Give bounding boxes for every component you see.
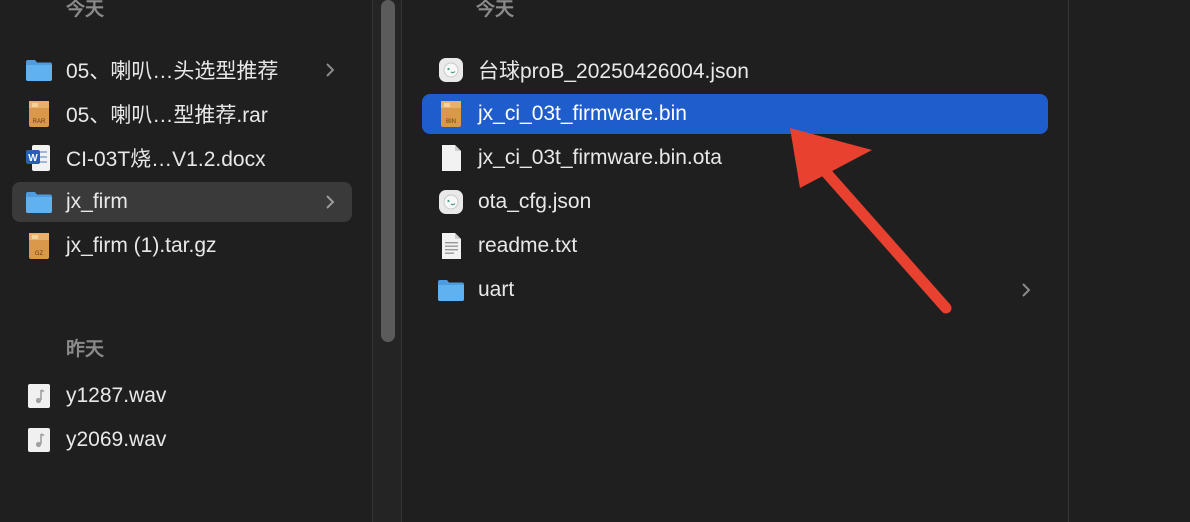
folder-icon [24,55,54,85]
list-item-ota-cfg[interactable]: ota_cfg.json [422,182,1048,222]
column-divider [1068,0,1069,522]
item-label: y2069.wav [66,428,167,451]
json-file-icon [436,55,466,85]
list-item-folder-jx-firm[interactable]: jx_firm [12,182,352,222]
finder-column-2: 今天 台球proB_20250426004.json BIN jx_ci_03t… [402,0,1068,522]
chevron-right-icon [326,63,335,77]
list-item-rar[interactable]: RAR 05、喇叭…型推荐.rar [12,94,352,134]
list-item-docx[interactable]: W CI-03T烧…V1.2.docx [12,138,352,178]
list-item-wav-2069[interactable]: y2069.wav [12,420,352,460]
finder-column-1: 今天 05、喇叭…头选型推荐 RAR 05、喇叭…型推荐.rar W CI-03… [0,0,372,522]
list-item-folder-speaker[interactable]: 05、喇叭…头选型推荐 [12,50,352,90]
item-label: 台球proB_20250426004.json [478,60,749,83]
item-label: ota_cfg.json [478,190,592,213]
chevron-right-icon [1022,283,1031,297]
section-header-yesterday: 昨天 [66,339,105,360]
audio-file-icon [24,381,54,411]
section-header-today: 今天 [476,0,515,20]
list-item-readme[interactable]: readme.txt [422,226,1048,266]
rar-archive-icon: RAR [24,99,54,129]
gz-archive-icon: GZ [24,231,54,261]
audio-file-icon [24,425,54,455]
blank-document-icon [436,143,466,173]
folder-icon [24,187,54,217]
item-label: CI-03T烧…V1.2.docx [66,148,266,171]
section-header-today: 今天 [66,0,105,20]
gz-badge-text: GZ [35,251,44,257]
folder-icon [436,275,466,305]
list-item-firmware-bin[interactable]: BIN jx_ci_03t_firmware.bin [422,94,1048,134]
item-label: 05、喇叭…型推荐.rar [66,104,268,127]
item-label: jx_ci_03t_firmware.bin.ota [478,146,722,169]
list-item-folder-uart[interactable]: uart [422,270,1048,310]
list-item-firmware-ota[interactable]: jx_ci_03t_firmware.bin.ota [422,138,1048,178]
finder-column-view: 今天 05、喇叭…头选型推荐 RAR 05、喇叭…型推荐.rar W CI-03… [0,0,1190,522]
item-label: jx_firm (1).tar.gz [66,234,217,257]
scrollbar-thumb[interactable] [381,0,395,342]
list-item-wav-1287[interactable]: y1287.wav [12,376,352,416]
item-label: readme.txt [478,234,578,257]
list-item-targz[interactable]: GZ jx_firm (1).tar.gz [12,226,352,266]
finder-column-3 [1070,0,1190,522]
item-label: uart [478,278,515,301]
word-document-icon: W [24,143,54,173]
bin-badge-text: BIN [446,119,456,125]
list-item-json-billiards[interactable]: 台球proB_20250426004.json [422,50,1048,90]
item-label: jx_ci_03t_firmware.bin [478,102,687,125]
item-label: y1287.wav [66,384,167,407]
bin-file-icon: BIN [436,99,466,129]
scrollbar-track[interactable] [373,0,401,522]
chevron-right-icon [326,195,335,209]
text-document-icon [436,231,466,261]
word-badge-text: W [28,153,38,164]
item-label: 05、喇叭…头选型推荐 [66,60,279,83]
rar-badge-text: RAR [33,119,46,125]
item-label: jx_firm [66,190,128,213]
json-file-icon [436,187,466,217]
